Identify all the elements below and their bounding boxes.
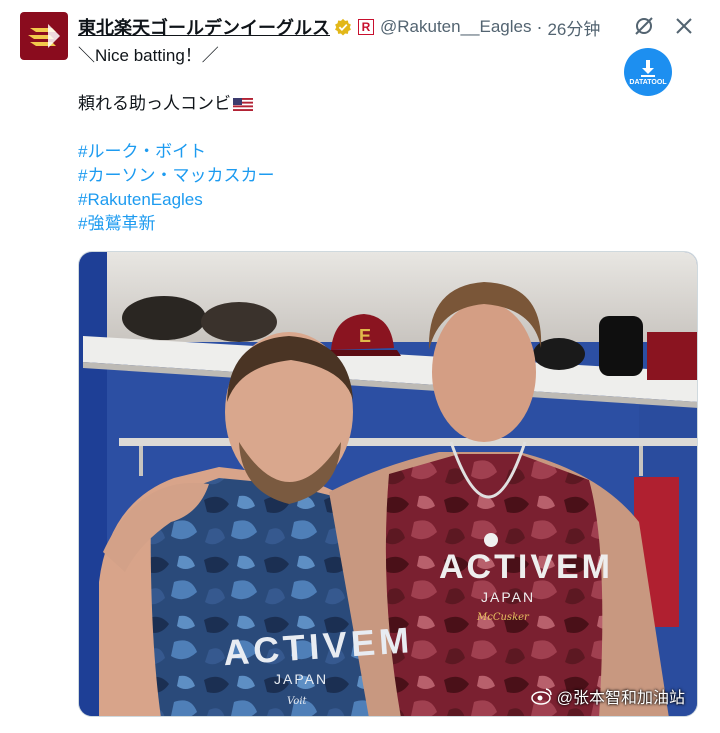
eagles-logo-icon bbox=[28, 24, 60, 48]
author-name[interactable]: 東北楽天ゴールデンイーグルス bbox=[78, 14, 330, 40]
weibo-icon bbox=[531, 688, 552, 705]
shirt-right-signature: McCusker bbox=[476, 612, 530, 623]
verified-icon bbox=[335, 18, 351, 36]
us-flag-icon bbox=[233, 98, 253, 111]
hashtag-link[interactable]: #強鷲革新 bbox=[78, 212, 274, 236]
shirt-right-sub: JAPAN bbox=[481, 589, 535, 605]
cap-logo: E bbox=[359, 326, 371, 346]
grok-icon[interactable] bbox=[632, 14, 656, 38]
text-line-empty bbox=[78, 68, 274, 92]
text-line-empty bbox=[78, 116, 274, 140]
tweet-actions bbox=[632, 14, 696, 38]
shirt-left-sub: JAPAN bbox=[274, 671, 328, 687]
hashtag-link[interactable]: #カーソン・マッカスカー bbox=[78, 164, 274, 188]
author-handle[interactable]: @Rakuten__Eagles bbox=[380, 17, 531, 37]
datatool-label: DATATOOL bbox=[629, 79, 667, 86]
watermark: @张本智和加油站 bbox=[531, 684, 685, 708]
timestamp[interactable]: 26分钟 bbox=[547, 15, 600, 40]
close-icon[interactable] bbox=[672, 14, 696, 38]
separator: · bbox=[536, 16, 543, 37]
tweet-photo[interactable]: E ACTIVEM JAPAN Voit ACTIVEM JAPAN McCus… bbox=[78, 251, 698, 717]
affiliate-badge[interactable]: R bbox=[358, 19, 374, 35]
hashtag-link[interactable]: #ルーク・ボイト bbox=[78, 140, 274, 164]
text-line-content: 頼れる助っ人コンビ bbox=[78, 94, 231, 113]
download-icon bbox=[641, 60, 655, 77]
watermark-text: @张本智和加油站 bbox=[556, 690, 685, 707]
text-line: 頼れる助っ人コンビ bbox=[78, 92, 274, 116]
text-line: ＼Nice batting！／ bbox=[78, 46, 219, 65]
hashtag-link[interactable]: #RakutenEagles bbox=[78, 188, 274, 212]
avatar[interactable] bbox=[20, 12, 68, 60]
shirt-left-signature: Voit bbox=[287, 696, 308, 707]
shirt-right-brand: ACTIVEM bbox=[439, 548, 613, 586]
tweet-header: 東北楽天ゴールデンイーグルス R @Rakuten__Eagles · 26分钟 bbox=[78, 14, 600, 40]
datatool-button[interactable]: DATATOOL bbox=[624, 48, 672, 96]
tweet-text: ＼Nice batting！／ 頼れる助っ人コンビ #ルーク・ボイト #カーソン… bbox=[78, 44, 274, 236]
photo-illustration: E ACTIVEM JAPAN Voit ACTIVEM JAPAN McCus… bbox=[79, 252, 697, 716]
